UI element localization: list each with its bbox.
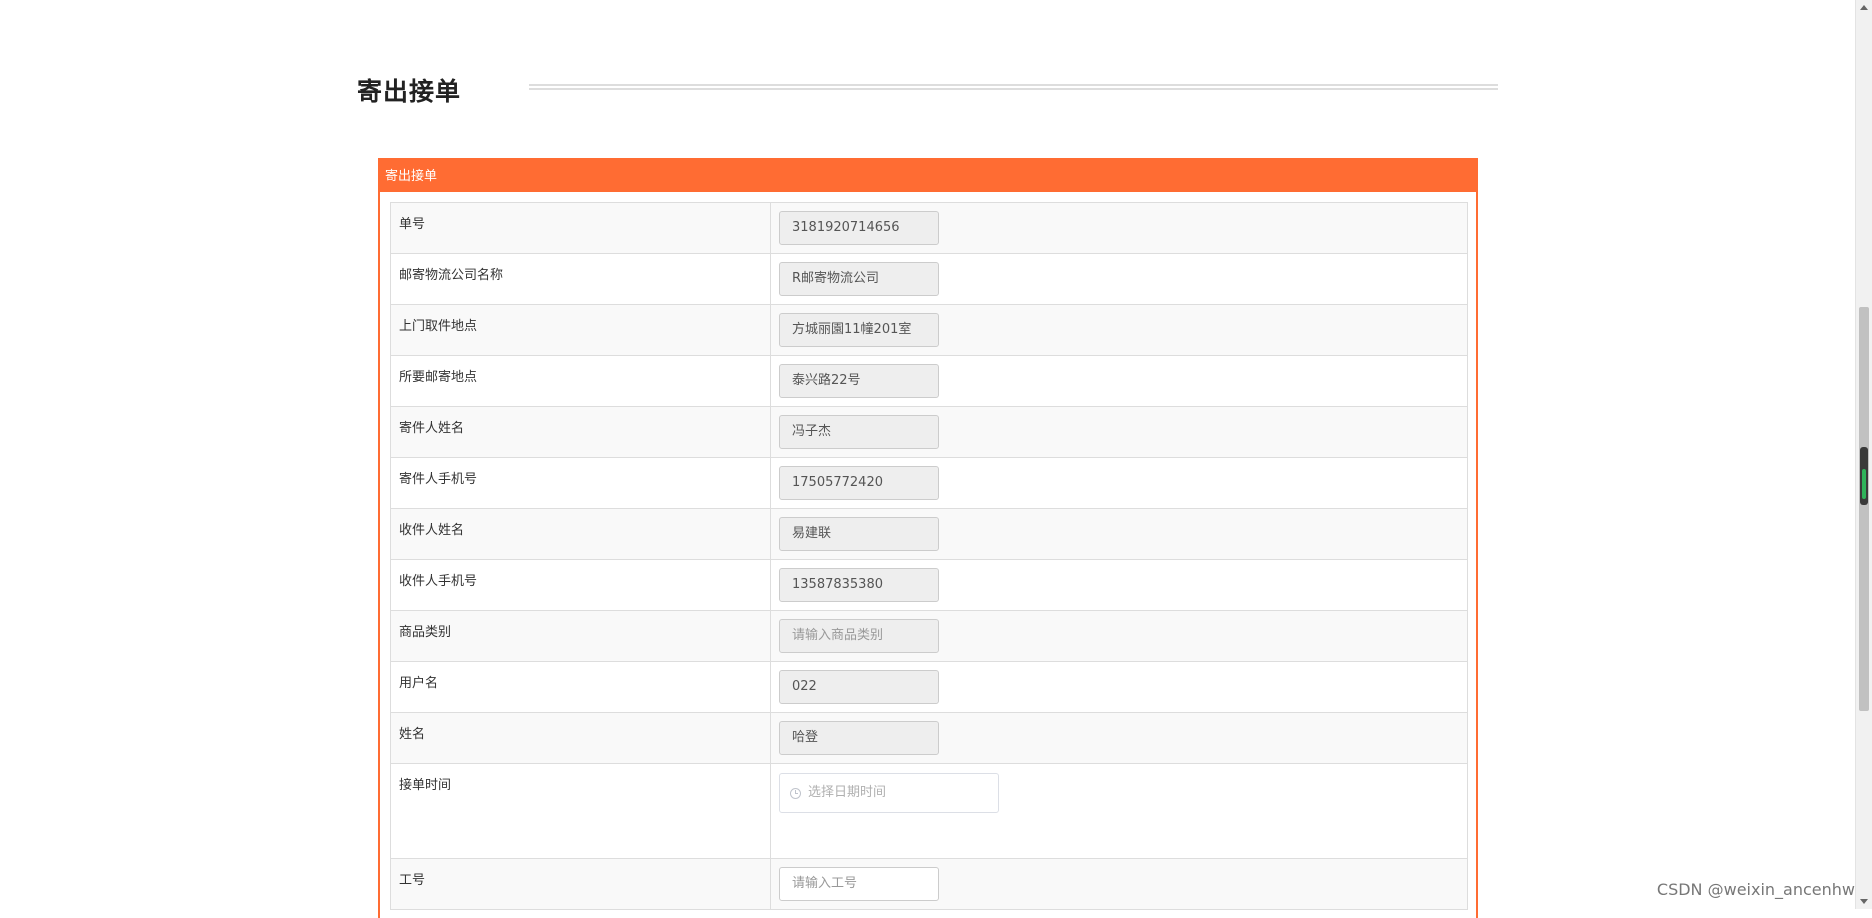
form-row-courier-company: 邮寄物流公司名称 R邮寄物流公司 [390, 253, 1468, 305]
destination-field: 泰兴路22号 [779, 364, 939, 398]
date-picker-placeholder: 选择日期时间 [808, 785, 887, 800]
field-label: 收件人手机号 [390, 559, 771, 611]
field-label: 商品类别 [390, 610, 771, 662]
sender-name-field: 冯子杰 [779, 415, 939, 449]
form-row-sender-phone: 寄件人手机号 17505772420 [390, 457, 1468, 509]
order-form-table: 单号 3181920714656 邮寄物流公司名称 R邮寄物流公司 上门取件地点… [390, 202, 1468, 910]
field-label: 姓名 [390, 712, 771, 764]
form-row-pickup-address: 上门取件地点 方城丽園11幢201室 [390, 304, 1468, 356]
field-label: 收件人姓名 [390, 508, 771, 560]
panel-header: 寄出接单 [380, 160, 1476, 192]
recipient-phone-field: 13587835380 [779, 568, 939, 602]
field-label: 单号 [390, 202, 771, 254]
form-row-recipient-name: 收件人姓名 易建联 [390, 508, 1468, 560]
recipient-name-field: 易建联 [779, 517, 939, 551]
employee-id-input[interactable]: 请输入工号 [779, 867, 939, 901]
vertical-scrollbar[interactable] [1855, 0, 1872, 909]
field-label: 上门取件地点 [390, 304, 771, 356]
order-number-field: 3181920714656 [779, 211, 939, 245]
csdn-watermark: CSDN @weixin_ancenhw [1656, 880, 1855, 899]
form-row-order-number: 单号 3181920714656 [390, 202, 1468, 254]
accept-time-picker[interactable]: 选择日期时间 [779, 773, 999, 813]
sender-phone-field: 17505772420 [779, 466, 939, 500]
form-row-sender-name: 寄件人姓名 冯子杰 [390, 406, 1468, 458]
goods-category-input: 请输入商品类别 [779, 619, 939, 653]
username-field: 022 [779, 670, 939, 704]
name-field: 哈登 [779, 721, 939, 755]
order-panel: 寄出接单 单号 3181920714656 邮寄物流公司名称 R邮寄物流公司 上… [378, 158, 1478, 918]
scroll-grip-icon [1860, 447, 1868, 505]
pickup-address-field: 方城丽園11幢201室 [779, 313, 939, 347]
form-row-username: 用户名 022 [390, 661, 1468, 713]
page-title: 寄出接单 [357, 77, 462, 106]
clock-icon [790, 787, 801, 799]
field-label: 邮寄物流公司名称 [390, 253, 771, 305]
form-row-goods-category: 商品类别 请输入商品类别 [390, 610, 1468, 662]
title-divider [529, 84, 1498, 90]
field-label: 用户名 [390, 661, 771, 713]
form-row-employee-id: 工号 请输入工号 [390, 858, 1468, 910]
scroll-up-arrow-icon[interactable] [1860, 5, 1868, 10]
field-label: 寄件人姓名 [390, 406, 771, 458]
field-label: 寄件人手机号 [390, 457, 771, 509]
form-row-accept-time: 接单时间 选择日期时间 [390, 763, 1468, 859]
form-row-name: 姓名 哈登 [390, 712, 1468, 764]
form-row-recipient-phone: 收件人手机号 13587835380 [390, 559, 1468, 611]
courier-company-field: R邮寄物流公司 [779, 262, 939, 296]
scroll-thumb[interactable] [1859, 307, 1869, 711]
field-label: 工号 [390, 858, 771, 910]
form-row-destination: 所要邮寄地点 泰兴路22号 [390, 355, 1468, 407]
field-label: 所要邮寄地点 [390, 355, 771, 407]
field-label: 接单时间 [390, 763, 771, 859]
scroll-down-arrow-icon[interactable] [1860, 899, 1868, 904]
